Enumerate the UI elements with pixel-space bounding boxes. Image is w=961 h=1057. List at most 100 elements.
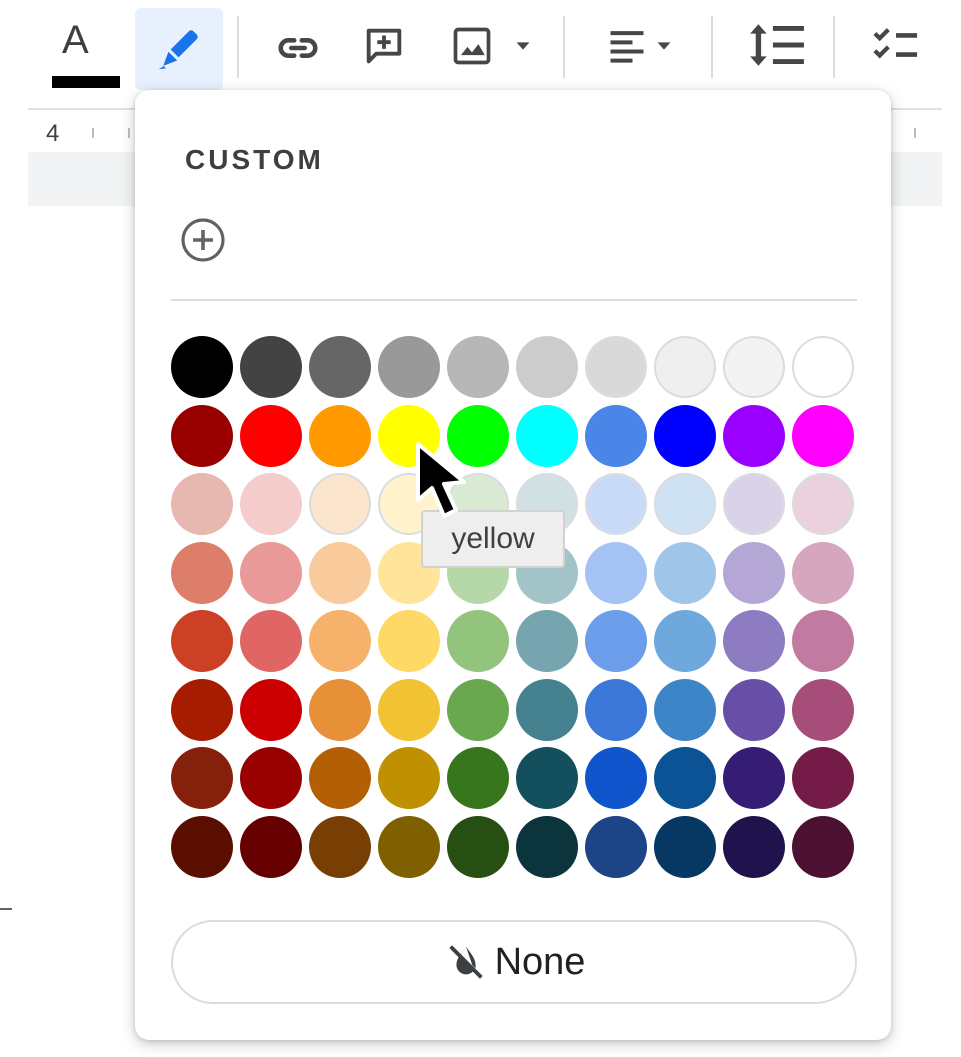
color-swatch[interactable] [792, 541, 854, 604]
color-swatch[interactable] [309, 541, 371, 604]
color-swatch[interactable] [516, 678, 578, 741]
color-swatch[interactable] [309, 678, 371, 741]
color-swatch[interactable] [309, 336, 371, 398]
color-swatch[interactable] [585, 678, 647, 741]
color-swatch[interactable] [447, 815, 509, 878]
color-swatch[interactable] [585, 541, 647, 604]
highlight-color-button[interactable] [135, 8, 223, 90]
color-swatch[interactable] [792, 678, 854, 741]
color-swatch[interactable] [654, 815, 716, 878]
color-swatch[interactable] [240, 541, 302, 604]
ruler-tick [914, 128, 916, 138]
color-swatch[interactable] [792, 815, 854, 878]
toolbar-divider [237, 16, 239, 78]
color-swatch[interactable] [723, 815, 785, 878]
color-swatch[interactable] [447, 747, 509, 809]
color-swatch[interactable] [585, 815, 647, 878]
color-swatch[interactable] [654, 541, 716, 604]
checklist-icon [873, 28, 918, 59]
color-swatch[interactable] [240, 747, 302, 809]
color-swatch[interactable] [585, 404, 647, 467]
color-swatch[interactable] [171, 473, 233, 535]
color-swatch[interactable] [447, 610, 509, 672]
color-swatch[interactable] [378, 336, 440, 398]
color-swatch[interactable] [654, 473, 716, 535]
color-swatch[interactable] [723, 610, 785, 672]
line-spacing-button[interactable] [734, 12, 818, 78]
color-swatch[interactable] [723, 473, 785, 535]
color-swatch[interactable] [723, 336, 785, 398]
color-swatch[interactable] [171, 541, 233, 604]
toolbar-divider [833, 16, 835, 78]
color-swatch[interactable] [378, 815, 440, 878]
insert-link-button[interactable] [262, 18, 334, 78]
add-comment-button[interactable] [352, 14, 416, 78]
dropdown-arrow-icon [657, 42, 671, 50]
color-swatch[interactable] [240, 610, 302, 672]
color-swatch[interactable] [654, 404, 716, 467]
color-swatch[interactable] [654, 678, 716, 741]
color-swatch[interactable] [309, 610, 371, 672]
color-swatch[interactable] [309, 747, 371, 809]
color-swatch[interactable] [585, 610, 647, 672]
color-swatch[interactable] [309, 473, 371, 535]
color-swatch[interactable] [654, 747, 716, 809]
line-spacing-icon [750, 24, 804, 66]
color-swatch[interactable] [171, 336, 233, 398]
highlight-pen-icon [158, 30, 198, 70]
color-swatch[interactable] [240, 815, 302, 878]
color-swatch[interactable] [792, 610, 854, 672]
no-color-button[interactable]: None [171, 920, 857, 1004]
color-swatch[interactable] [240, 336, 302, 398]
insert-image-button[interactable] [438, 14, 546, 78]
color-swatch[interactable] [723, 404, 785, 467]
toolbar-divider [711, 16, 713, 78]
color-swatch[interactable] [378, 678, 440, 741]
color-swatch[interactable] [378, 404, 440, 467]
color-swatch[interactable] [516, 815, 578, 878]
color-swatch[interactable] [378, 610, 440, 672]
align-icon [610, 31, 644, 63]
color-swatch[interactable] [447, 678, 509, 741]
color-swatch[interactable] [447, 336, 509, 398]
formatting-toolbar: A [0, 0, 961, 96]
text-color-button[interactable]: A [46, 10, 126, 90]
palette-divider [171, 299, 857, 301]
color-swatch[interactable] [792, 473, 854, 535]
color-swatch[interactable] [240, 678, 302, 741]
color-swatch[interactable] [585, 747, 647, 809]
color-swatch[interactable] [378, 747, 440, 809]
color-swatch[interactable] [171, 815, 233, 878]
color-swatch[interactable] [171, 610, 233, 672]
color-swatch[interactable] [171, 747, 233, 809]
color-swatch[interactable] [447, 404, 509, 467]
color-swatch[interactable] [309, 815, 371, 878]
color-swatch[interactable] [516, 747, 578, 809]
text-color-icon: A [62, 18, 89, 62]
color-swatch[interactable] [585, 473, 647, 535]
color-swatch[interactable] [171, 404, 233, 467]
image-icon [453, 27, 491, 65]
custom-colors-heading: CUSTOM [185, 144, 324, 175]
color-swatch[interactable] [516, 610, 578, 672]
color-swatch[interactable] [240, 473, 302, 535]
color-swatch[interactable] [516, 336, 578, 398]
color-swatch[interactable] [240, 404, 302, 467]
checklist-button[interactable] [856, 12, 936, 78]
color-swatch[interactable] [723, 541, 785, 604]
color-swatch[interactable] [723, 678, 785, 741]
align-button[interactable] [588, 14, 692, 78]
add-custom-color-button[interactable] [179, 216, 227, 264]
toolbar-divider [563, 16, 565, 78]
color-swatch[interactable] [585, 336, 647, 398]
ruler-tick [92, 128, 94, 138]
color-swatch[interactable] [792, 336, 854, 398]
color-swatch[interactable] [792, 747, 854, 809]
color-swatch[interactable] [723, 747, 785, 809]
color-swatch[interactable] [792, 404, 854, 467]
color-swatch[interactable] [171, 678, 233, 741]
color-swatch[interactable] [309, 404, 371, 467]
color-swatch[interactable] [654, 610, 716, 672]
color-swatch[interactable] [654, 336, 716, 398]
color-swatch[interactable] [516, 404, 578, 467]
